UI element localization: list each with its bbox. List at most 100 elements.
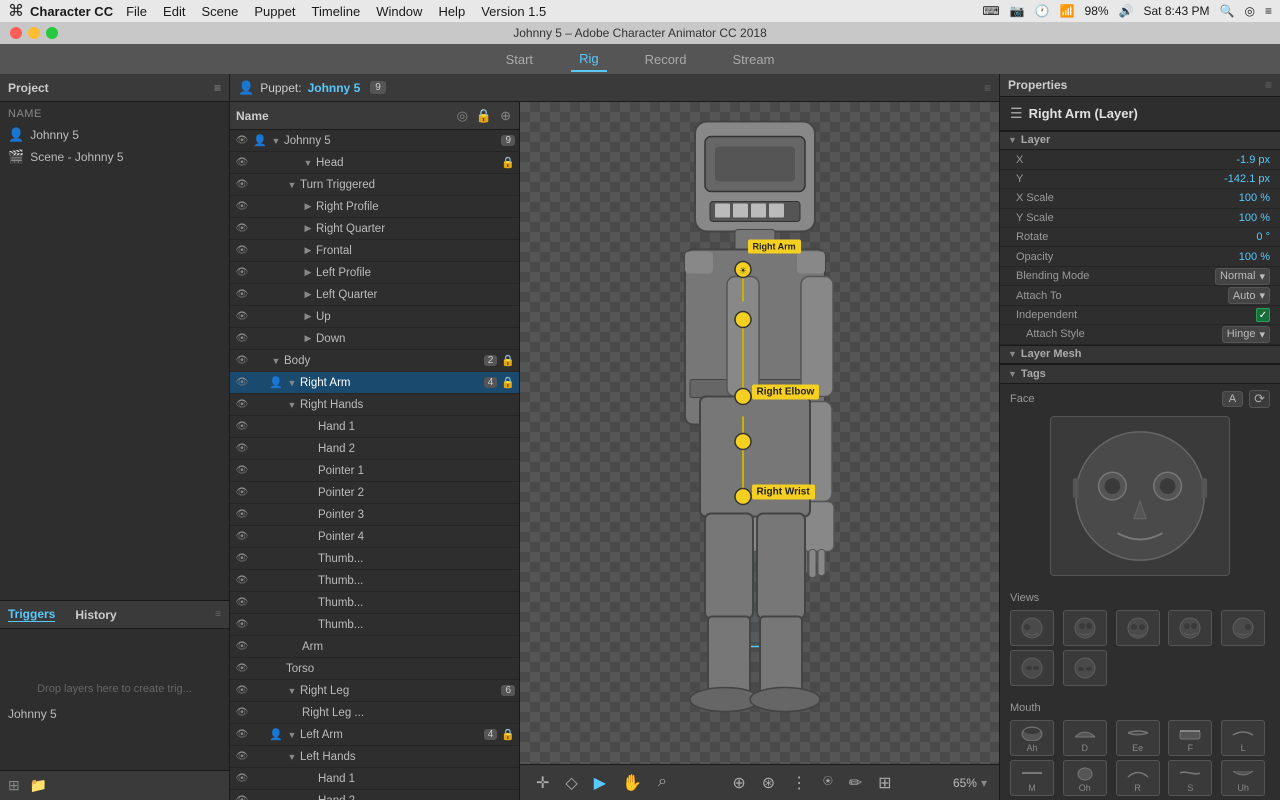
project-item-character[interactable]: 👤 Johnny 5 (0, 124, 229, 146)
prop-y-value[interactable]: -142.1 px (1190, 173, 1270, 185)
history-tab[interactable]: History (75, 608, 116, 622)
visibility-icon[interactable]: 👁 (234, 355, 250, 366)
tab-rig[interactable]: Rig (571, 47, 607, 72)
mouth-f[interactable]: F (1168, 720, 1212, 756)
view-thumb-4[interactable] (1168, 610, 1212, 646)
visibility-icon[interactable]: 👁 (234, 135, 250, 146)
layer-row[interactable]: 👁 Thumb... (230, 614, 519, 636)
layer-row[interactable]: 👁 Pointer 4 (230, 526, 519, 548)
visibility-icon[interactable]: 👁 (234, 267, 250, 278)
visibility-icon[interactable]: 👁 (234, 773, 250, 784)
maximize-button[interactable] (46, 27, 58, 39)
visibility-icon[interactable]: 👁 (234, 619, 250, 630)
menu-timeline[interactable]: Timeline (305, 4, 368, 19)
physics-tool[interactable]: ⍟ (819, 769, 837, 797)
expand-icon[interactable]: ▶ (302, 333, 314, 344)
expand-icon[interactable]: ▼ (286, 180, 298, 190)
prop-opacity-value[interactable]: 100 % (1190, 251, 1270, 263)
menu-edit[interactable]: Edit (156, 4, 192, 19)
visibility-icon[interactable]: 👁 (234, 311, 250, 322)
anchor-tool[interactable]: ⊕ (728, 769, 749, 797)
visibility-icon[interactable]: 👁 (234, 179, 250, 190)
expand-icon[interactable]: ▼ (286, 400, 298, 410)
mouth-r[interactable]: R (1116, 760, 1160, 796)
puppet-warp-tool[interactable]: ◇ (561, 769, 581, 797)
visibility-icon[interactable]: 👁 (234, 399, 250, 410)
layer-row[interactable]: 👁 ▼ Right Hands (230, 394, 519, 416)
solo-icon[interactable]: ◎ (455, 106, 470, 126)
zoom-tool[interactable]: ⌕ (654, 769, 671, 797)
airplay-icon[interactable]: ⌨ (982, 4, 999, 18)
tab-record[interactable]: Record (637, 48, 695, 71)
layer-row[interactable]: 👁 ▶ Frontal (230, 240, 519, 262)
layer-row[interactable]: 👁 Hand 1 (230, 416, 519, 438)
add-behavior-icon[interactable]: ⊕ (498, 106, 513, 126)
attach-style-select[interactable]: Hinge ▾ (1222, 326, 1270, 343)
view-thumb-5[interactable] (1221, 610, 1265, 646)
properties-menu-icon[interactable]: ≡ (1265, 78, 1272, 92)
expand-icon[interactable]: ▶ (302, 311, 314, 322)
grid-icon[interactable]: ⊞ (8, 777, 20, 794)
lock-icon[interactable]: 🔒 (501, 728, 515, 741)
visibility-icon[interactable]: 👁 (234, 245, 250, 256)
brush-tool[interactable]: ✏ (845, 769, 866, 797)
expand-icon[interactable]: ▼ (286, 378, 298, 388)
visibility-icon[interactable]: 👁 (234, 795, 250, 800)
mouth-l[interactable]: L (1221, 720, 1265, 756)
visibility-icon[interactable]: 👁 (234, 575, 250, 586)
project-menu-icon[interactable]: ≡ (214, 81, 221, 95)
mouth-uh[interactable]: Uh (1221, 760, 1265, 796)
expand-icon[interactable]: ▶ (302, 267, 314, 278)
layer-row[interactable]: 👁 Thumb... (230, 570, 519, 592)
view-thumb-1[interactable] (1010, 610, 1054, 646)
layer-row[interactable]: 👁 Thumb... (230, 548, 519, 570)
menu-help[interactable]: Help (431, 4, 472, 19)
attach-to-select[interactable]: Auto ▾ (1228, 287, 1270, 304)
expand-icon[interactable]: ▼ (270, 356, 282, 366)
visibility-icon[interactable]: 👁 (234, 377, 250, 388)
layer-row[interactable]: 👁 Pointer 3 (230, 504, 519, 526)
expand-icon[interactable]: ▼ (286, 686, 298, 696)
layer-row[interactable]: 👁 ▶ Right Profile (230, 196, 519, 218)
expand-icon[interactable]: ▶ (302, 201, 314, 212)
expand-icon[interactable]: ▼ (286, 730, 298, 740)
expand-icon[interactable]: ▶ (302, 289, 314, 300)
visibility-icon[interactable]: 👁 (234, 333, 250, 344)
grid-tool[interactable]: ⊞ (874, 769, 895, 797)
layer-row[interactable]: 👁 ▶ Up (230, 306, 519, 328)
camera-icon[interactable]: 📷 (1010, 4, 1025, 18)
siri-icon[interactable]: ◎ (1245, 4, 1255, 18)
lock-all-icon[interactable]: 🔒 (474, 106, 494, 126)
layer-row[interactable]: 👁 Hand 2 (230, 790, 519, 800)
search-icon[interactable]: 🔍 (1220, 4, 1235, 18)
visibility-icon[interactable]: 👁 (234, 641, 250, 652)
right-arm-layer-row[interactable]: 👁 👤 ▼ Right Arm 4 🔒 (230, 372, 519, 394)
layer-row[interactable]: 👁 👤 ▼ Left Arm 4 🔒 (230, 724, 519, 746)
zoom-dropdown-icon[interactable]: ▾ (981, 776, 987, 790)
layer-row[interactable]: 👁 👤 ▼ Johnny 5 9 (230, 130, 519, 152)
layer-row[interactable]: 👁 Arm (230, 636, 519, 658)
menu-file[interactable]: File (119, 4, 154, 19)
visibility-icon[interactable]: 👁 (234, 751, 250, 762)
layer-row[interactable]: 👁 ▶ Left Profile (230, 262, 519, 284)
visibility-icon[interactable]: 👁 (234, 663, 250, 674)
expand-icon[interactable]: ▼ (302, 158, 314, 168)
apple-menu[interactable]: ⌘ (8, 1, 24, 21)
triggers-menu[interactable]: ≡ (215, 609, 221, 620)
visibility-icon[interactable]: 👁 (234, 465, 250, 476)
canvas-background[interactable]: ☀ Right Arm (520, 102, 999, 764)
visibility-icon[interactable]: 👁 (234, 223, 250, 234)
mouth-oh[interactable]: Oh (1063, 760, 1107, 796)
layer-row[interactable]: 👁 ▼ Body 2 🔒 (230, 350, 519, 372)
visibility-icon[interactable]: 👁 (234, 289, 250, 300)
folder-icon[interactable]: 📁 (30, 777, 47, 794)
layer-row[interactable]: 👁 ▼ Head 🔒 (230, 152, 519, 174)
visibility-icon[interactable]: 👁 (234, 685, 250, 696)
visibility-icon[interactable]: 👁 (234, 553, 250, 564)
expand-icon[interactable]: ▶ (302, 223, 314, 234)
menu-scene[interactable]: Scene (194, 4, 245, 19)
visibility-icon[interactable]: 👁 (234, 531, 250, 542)
visibility-icon[interactable]: 👁 (234, 729, 250, 740)
expand-icon[interactable]: ▼ (286, 752, 298, 762)
layer-row[interactable]: 👁 ▶ Left Quarter (230, 284, 519, 306)
